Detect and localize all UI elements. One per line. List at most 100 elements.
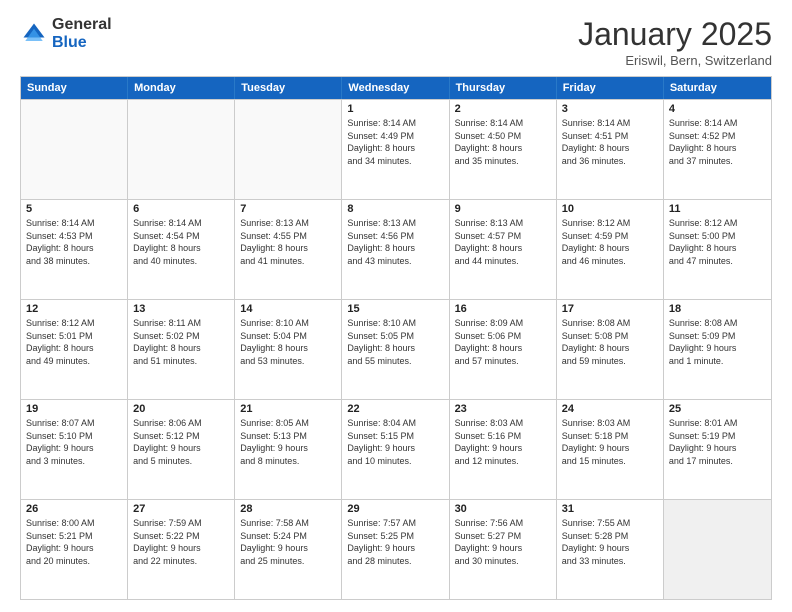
calendar-header: SundayMondayTuesdayWednesdayThursdayFrid… [21,77,771,99]
cal-cell-1-1: 6Sunrise: 8:14 AM Sunset: 4:54 PM Daylig… [128,200,235,299]
cal-cell-2-3: 15 Sunrise: 8:10 AM Sunset: 5:05 PM Dayli… [342,300,449,399]
calendar-body: 1Sunrise: 8:14 AM Sunset: 4:49 PM Daylig… [21,99,771,599]
day-number: 16 [455,303,551,315]
cell-info: Sunrise: 8:13 AM Sunset: 4:55 PM Dayligh… [240,217,336,267]
cal-cell-2-5: 17 Sunrise: 8:08 AM Sunset: 5:08 PM Dayli… [557,300,664,399]
cal-cell-1-0: 5 Sunrise: 8:14 AM Sunset: 4:53 PM Daylig… [21,200,128,299]
cal-cell-3-2: 21 Sunrise: 8:05 AM Sunset: 5:13 PM Dayli… [235,400,342,499]
day-number: 7 [240,203,336,215]
cal-cell-3-0: 19 Sunrise: 8:07 AM Sunset: 5:10 PM Dayli… [21,400,128,499]
cal-cell-4-3: 29 Sunrise: 7:57 AM Sunset: 5:25 PM Dayli… [342,500,449,599]
cal-cell-1-3: 8Sunrise: 8:13 AM Sunset: 4:56 PM Daylig… [342,200,449,299]
weekday-header-wednesday: Wednesday [342,77,449,99]
cell-info: Sunrise: 8:12 AM Sunset: 5:01 PM Dayligh… [26,317,122,367]
month-title: January 2025 [578,16,772,53]
day-number: 17 [562,303,658,315]
day-number: 30 [455,503,551,515]
cal-row-0: 1Sunrise: 8:14 AM Sunset: 4:49 PM Daylig… [21,99,771,199]
cell-info: Sunrise: 8:04 AM Sunset: 5:15 PM Dayligh… [347,417,443,467]
cal-row-1: 5 Sunrise: 8:14 AM Sunset: 4:53 PM Daylig… [21,199,771,299]
cell-info: Sunrise: 8:10 AM Sunset: 5:05 PM Dayligh… [347,317,443,367]
weekday-header-friday: Friday [557,77,664,99]
day-number: 10 [562,203,658,215]
day-number: 28 [240,503,336,515]
cell-info: Sunrise: 7:56 AM Sunset: 5:27 PM Dayligh… [455,517,551,567]
cal-cell-0-6: 4 Sunrise: 8:14 AM Sunset: 4:52 PM Daylig… [664,100,771,199]
cal-row-3: 19 Sunrise: 8:07 AM Sunset: 5:10 PM Dayli… [21,399,771,499]
day-number: 24 [562,403,658,415]
cell-info: Sunrise: 8:00 AM Sunset: 5:21 PM Dayligh… [26,517,122,567]
day-number: 19 [26,403,122,415]
cal-cell-4-6 [664,500,771,599]
cell-info: Sunrise: 7:55 AM Sunset: 5:28 PM Dayligh… [562,517,658,567]
cell-info: Sunrise: 8:14 AM Sunset: 4:54 PM Dayligh… [133,217,229,267]
calendar: SundayMondayTuesdayWednesdayThursdayFrid… [20,76,772,600]
day-number: 15 [347,303,443,315]
cal-cell-0-0 [21,100,128,199]
cell-info: Sunrise: 8:14 AM Sunset: 4:49 PM Dayligh… [347,117,443,167]
page: General Blue January 2025 Eriswil, Bern,… [0,0,792,612]
cell-info: Sunrise: 8:01 AM Sunset: 5:19 PM Dayligh… [669,417,766,467]
logo-blue-text: Blue [52,34,112,52]
logo: General Blue [20,16,112,51]
cal-row-4: 26 Sunrise: 8:00 AM Sunset: 5:21 PM Dayli… [21,499,771,599]
day-number: 4 [669,103,766,115]
logo-text: General Blue [52,16,112,51]
cal-cell-3-3: 22 Sunrise: 8:04 AM Sunset: 5:15 PM Dayli… [342,400,449,499]
cell-info: Sunrise: 8:03 AM Sunset: 5:16 PM Dayligh… [455,417,551,467]
day-number: 5 [26,203,122,215]
weekday-header-sunday: Sunday [21,77,128,99]
cal-cell-3-4: 23 Sunrise: 8:03 AM Sunset: 5:16 PM Dayli… [450,400,557,499]
cell-info: Sunrise: 8:14 AM Sunset: 4:53 PM Dayligh… [26,217,122,267]
cell-info: Sunrise: 7:58 AM Sunset: 5:24 PM Dayligh… [240,517,336,567]
cal-cell-3-5: 24 Sunrise: 8:03 AM Sunset: 5:18 PM Dayli… [557,400,664,499]
cell-info: Sunrise: 8:09 AM Sunset: 5:06 PM Dayligh… [455,317,551,367]
cal-cell-1-6: 11Sunrise: 8:12 AM Sunset: 5:00 PM Dayli… [664,200,771,299]
cal-cell-3-1: 20Sunrise: 8:06 AM Sunset: 5:12 PM Dayli… [128,400,235,499]
logo-general-text: General [52,16,112,34]
weekday-header-tuesday: Tuesday [235,77,342,99]
cell-info: Sunrise: 8:07 AM Sunset: 5:10 PM Dayligh… [26,417,122,467]
cal-cell-4-5: 31 Sunrise: 7:55 AM Sunset: 5:28 PM Dayli… [557,500,664,599]
location: Eriswil, Bern, Switzerland [578,53,772,68]
cell-info: Sunrise: 8:03 AM Sunset: 5:18 PM Dayligh… [562,417,658,467]
cell-info: Sunrise: 8:13 AM Sunset: 4:57 PM Dayligh… [455,217,551,267]
cell-info: Sunrise: 8:14 AM Sunset: 4:51 PM Dayligh… [562,117,658,167]
cal-cell-0-3: 1Sunrise: 8:14 AM Sunset: 4:49 PM Daylig… [342,100,449,199]
day-number: 27 [133,503,229,515]
day-number: 21 [240,403,336,415]
day-number: 26 [26,503,122,515]
cell-info: Sunrise: 8:12 AM Sunset: 4:59 PM Dayligh… [562,217,658,267]
day-number: 31 [562,503,658,515]
day-number: 22 [347,403,443,415]
cal-cell-2-1: 13Sunrise: 8:11 AM Sunset: 5:02 PM Dayli… [128,300,235,399]
cell-info: Sunrise: 8:14 AM Sunset: 4:50 PM Dayligh… [455,117,551,167]
day-number: 29 [347,503,443,515]
cal-cell-2-0: 12 Sunrise: 8:12 AM Sunset: 5:01 PM Dayli… [21,300,128,399]
cal-cell-2-6: 18 Sunrise: 8:08 AM Sunset: 5:09 PM Dayli… [664,300,771,399]
cell-info: Sunrise: 8:08 AM Sunset: 5:08 PM Dayligh… [562,317,658,367]
cell-info: Sunrise: 8:12 AM Sunset: 5:00 PM Dayligh… [669,217,766,267]
cal-cell-3-6: 25 Sunrise: 8:01 AM Sunset: 5:19 PM Dayli… [664,400,771,499]
cell-info: Sunrise: 7:59 AM Sunset: 5:22 PM Dayligh… [133,517,229,567]
day-number: 23 [455,403,551,415]
cal-cell-2-2: 14Sunrise: 8:10 AM Sunset: 5:04 PM Dayli… [235,300,342,399]
title-block: January 2025 Eriswil, Bern, Switzerland [578,16,772,68]
cell-info: Sunrise: 8:05 AM Sunset: 5:13 PM Dayligh… [240,417,336,467]
cell-info: Sunrise: 8:10 AM Sunset: 5:04 PM Dayligh… [240,317,336,367]
cal-cell-1-2: 7 Sunrise: 8:13 AM Sunset: 4:55 PM Daylig… [235,200,342,299]
header: General Blue January 2025 Eriswil, Bern,… [20,16,772,68]
cell-info: Sunrise: 7:57 AM Sunset: 5:25 PM Dayligh… [347,517,443,567]
cell-info: Sunrise: 8:14 AM Sunset: 4:52 PM Dayligh… [669,117,766,167]
day-number: 18 [669,303,766,315]
day-number: 20 [133,403,229,415]
cal-cell-1-4: 9Sunrise: 8:13 AM Sunset: 4:57 PM Daylig… [450,200,557,299]
day-number: 12 [26,303,122,315]
cell-info: Sunrise: 8:13 AM Sunset: 4:56 PM Dayligh… [347,217,443,267]
day-number: 3 [562,103,658,115]
cal-cell-0-5: 3 Sunrise: 8:14 AM Sunset: 4:51 PM Daylig… [557,100,664,199]
weekday-header-saturday: Saturday [664,77,771,99]
cal-cell-1-5: 10 Sunrise: 8:12 AM Sunset: 4:59 PM Dayli… [557,200,664,299]
cell-info: Sunrise: 8:08 AM Sunset: 5:09 PM Dayligh… [669,317,766,367]
day-number: 25 [669,403,766,415]
